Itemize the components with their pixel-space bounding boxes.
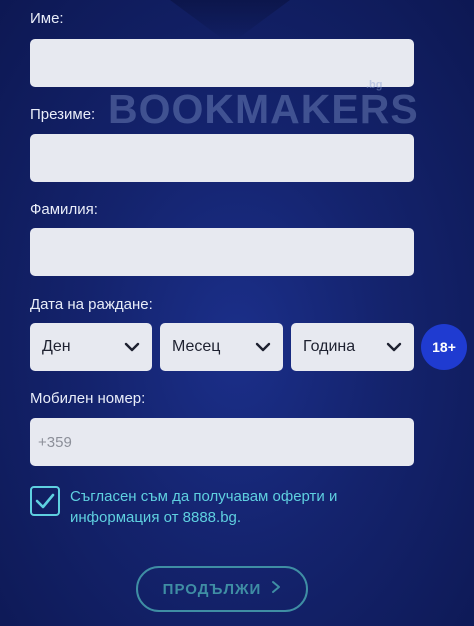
checkmark-icon (35, 493, 55, 509)
age-restriction-badge: 18+ (421, 324, 467, 370)
chevron-down-icon (386, 339, 402, 355)
day-select[interactable]: Ден (30, 323, 152, 371)
first-name-input[interactable] (30, 39, 414, 87)
chevron-right-icon (271, 580, 281, 598)
chevron-down-icon (255, 339, 271, 355)
year-select-value: Година (303, 338, 356, 355)
phone-label: Мобилен номер: (30, 390, 146, 407)
consent-text: Съгласен съм да получавам оферти и инфор… (70, 488, 338, 526)
consent-checkbox[interactable] (30, 486, 60, 516)
last-name-label: Фамилия: (30, 201, 98, 218)
watermark-tld: .bg (366, 79, 383, 91)
continue-button[interactable]: ПРОДЪЛЖИ (136, 566, 308, 612)
watermark-logo: BOOKMAKERS (108, 86, 419, 132)
last-name-input[interactable] (30, 228, 414, 276)
year-select[interactable]: Година (291, 323, 414, 371)
month-select-value: Месец (172, 338, 221, 355)
month-select[interactable]: Месец (160, 323, 283, 371)
middle-name-label: Презиме: (30, 106, 96, 123)
first-name-label: Име: (30, 10, 64, 27)
phone-input[interactable] (30, 418, 414, 466)
chevron-down-icon (124, 339, 140, 355)
top-decoration (170, 0, 290, 40)
birth-date-label: Дата на раждане: (30, 296, 153, 313)
continue-button-label: ПРОДЪЛЖИ (162, 580, 262, 598)
middle-name-input[interactable] (30, 134, 414, 182)
day-select-value: Ден (42, 338, 71, 355)
